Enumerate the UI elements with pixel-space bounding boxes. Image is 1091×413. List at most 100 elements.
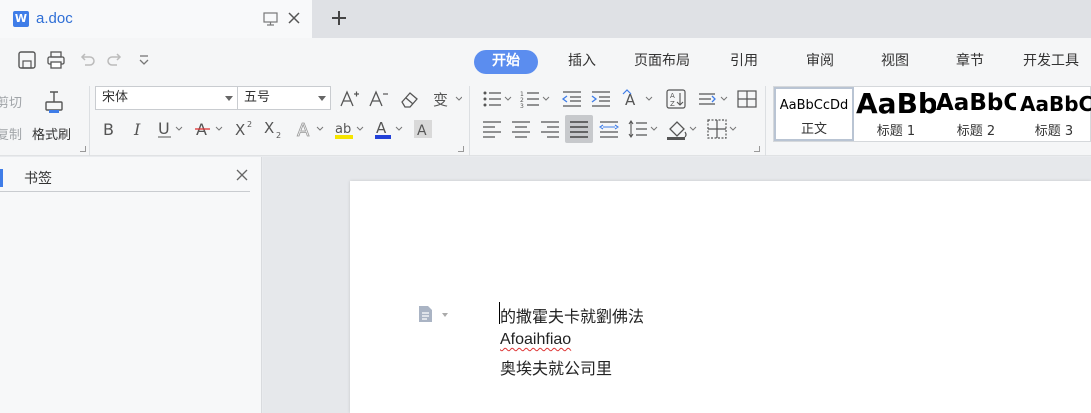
text-effects-icon[interactable]: A xyxy=(295,118,329,140)
tab-view[interactable]: 视图 xyxy=(869,50,921,74)
svg-text:X: X xyxy=(235,121,245,139)
shading-icon[interactable] xyxy=(666,118,700,140)
clear-format-icon[interactable] xyxy=(398,88,420,110)
chevron-down-icon xyxy=(225,96,233,101)
monitor-icon[interactable] xyxy=(263,12,278,26)
copy-button[interactable]: 复制 xyxy=(0,124,22,143)
svg-text:变: 变 xyxy=(433,91,448,109)
decrease-indent-icon[interactable] xyxy=(561,88,583,110)
font-size-value: 五号 xyxy=(244,90,271,105)
line-spacing-icon[interactable] xyxy=(627,118,661,140)
highlight-icon[interactable]: ab xyxy=(334,118,368,140)
superscript-icon[interactable]: X2 xyxy=(234,118,256,140)
strikethrough-icon[interactable]: A xyxy=(194,118,228,140)
bookmark-pane-title: 书签 xyxy=(24,171,52,187)
undo-icon[interactable] xyxy=(77,50,97,70)
tab-developer[interactable]: 开发工具 xyxy=(1013,50,1089,74)
style-preview: AaBbC xyxy=(1020,92,1091,116)
style-heading-2[interactable]: AaBbC 标题 2 xyxy=(936,87,1016,141)
save-icon[interactable] xyxy=(17,50,37,70)
style-name: 标题 1 xyxy=(876,124,916,139)
redo-icon[interactable] xyxy=(105,50,125,70)
align-right-icon[interactable] xyxy=(539,118,561,140)
clipboard-launcher-icon[interactable] xyxy=(80,146,86,152)
table-border-icon[interactable] xyxy=(736,88,758,110)
style-heading-3[interactable]: AaBbC 标题 3 xyxy=(1016,87,1091,141)
numbered-list-icon[interactable]: 123 xyxy=(519,88,551,110)
svg-text:A: A xyxy=(376,119,387,137)
sort-icon[interactable]: AZ xyxy=(665,88,687,110)
text-direction-icon[interactable]: A xyxy=(622,88,656,110)
group-divider xyxy=(89,86,90,156)
cut-button[interactable]: 剪切 xyxy=(0,92,22,111)
style-name: 标题 2 xyxy=(956,124,996,139)
document-tab[interactable]: W a.doc xyxy=(0,0,312,38)
tab-review[interactable]: 审阅 xyxy=(794,50,846,74)
font-family-value: 宋体 xyxy=(102,90,129,105)
close-pane-icon[interactable] xyxy=(235,168,249,182)
align-left-icon[interactable] xyxy=(481,118,503,140)
document-line[interactable]: 奥埃夫就公司里 xyxy=(500,355,612,379)
format-painter-button[interactable]: 格式刷 xyxy=(32,124,71,143)
styles-gallery: AaBbCcDd 正文 AaBb 标题 1 AaBbC 标题 2 AaBbC 标… xyxy=(773,86,1091,142)
document-canvas[interactable]: 的撒霍夫卡就劉佛法 Afoaihfiao 奥埃夫就公司里 xyxy=(263,157,1091,413)
phonetic-guide-icon[interactable]: 变 xyxy=(432,88,462,110)
customize-chevron-icon[interactable] xyxy=(134,50,154,70)
subscript-icon[interactable]: X2 xyxy=(263,118,285,140)
chevron-down-icon[interactable] xyxy=(442,313,448,317)
align-center-icon[interactable] xyxy=(510,118,532,140)
close-tab-icon[interactable] xyxy=(286,10,302,26)
svg-text:A: A xyxy=(417,123,427,139)
group-divider xyxy=(765,86,766,156)
style-preview: AaBb xyxy=(856,87,936,120)
new-tab-icon[interactable] xyxy=(329,8,349,28)
paragraph-launcher-icon[interactable] xyxy=(754,146,760,152)
tab-references[interactable]: 引用 xyxy=(718,50,770,74)
tab-insert[interactable]: 插入 xyxy=(556,50,608,74)
document-tab-title: a.doc xyxy=(36,10,73,27)
svg-text:B: B xyxy=(103,120,114,139)
document-line[interactable]: 的撒霍夫卡就劉佛法 xyxy=(500,303,644,327)
style-normal[interactable]: AaBbCcDd 正文 xyxy=(774,87,854,141)
svg-text:3: 3 xyxy=(520,103,524,110)
shrink-font-icon[interactable] xyxy=(367,88,389,110)
svg-text:Z: Z xyxy=(670,100,675,108)
tab-page-layout[interactable]: 页面布局 xyxy=(626,50,698,74)
increase-indent-icon[interactable] xyxy=(590,88,612,110)
justify-icon xyxy=(570,121,588,138)
style-name: 标题 3 xyxy=(1034,124,1074,139)
paragraph-handle-icon[interactable] xyxy=(417,305,433,323)
font-size-select[interactable]: 五号 xyxy=(237,86,331,110)
format-painter-icon[interactable] xyxy=(40,88,68,120)
group-divider xyxy=(469,86,470,156)
tab-home[interactable]: 开始 xyxy=(474,50,538,74)
font-color-icon[interactable]: A xyxy=(374,118,408,140)
document-page[interactable]: 的撒霍夫卡就劉佛法 Afoaihfiao 奥埃夫就公司里 xyxy=(350,181,1091,413)
line-spacing-arrows-icon[interactable] xyxy=(697,88,731,110)
style-heading-1[interactable]: AaBb 标题 1 xyxy=(856,87,936,141)
svg-text:ab: ab xyxy=(335,122,351,137)
justify-button[interactable] xyxy=(565,115,593,143)
svg-text:A: A xyxy=(297,120,310,140)
style-preview: AaBbCcDd xyxy=(779,98,849,113)
writer-doc-icon: W xyxy=(13,11,29,27)
print-icon[interactable] xyxy=(46,50,66,70)
character-shading-icon[interactable]: A xyxy=(412,118,434,140)
italic-icon[interactable]: I xyxy=(128,118,150,140)
font-family-select[interactable]: 宋体 xyxy=(95,86,238,110)
tab-section[interactable]: 章节 xyxy=(944,50,996,74)
svg-text:X: X xyxy=(264,119,274,137)
svg-text:I: I xyxy=(133,120,141,139)
bullet-list-icon[interactable] xyxy=(481,88,513,110)
grow-font-icon[interactable] xyxy=(338,88,360,110)
borders-icon[interactable] xyxy=(706,118,740,140)
misspelled-word[interactable]: Afoaihfiao xyxy=(500,331,571,348)
document-line[interactable]: Afoaihfiao xyxy=(500,331,571,349)
distribute-icon[interactable] xyxy=(598,118,620,140)
style-name: 正文 xyxy=(800,122,827,137)
underline-icon[interactable]: U xyxy=(156,118,186,140)
tab-strip: W a.doc xyxy=(0,0,1091,38)
bold-icon[interactable]: B xyxy=(99,118,121,140)
font-launcher-icon[interactable] xyxy=(458,146,464,152)
svg-text:A: A xyxy=(670,92,675,100)
